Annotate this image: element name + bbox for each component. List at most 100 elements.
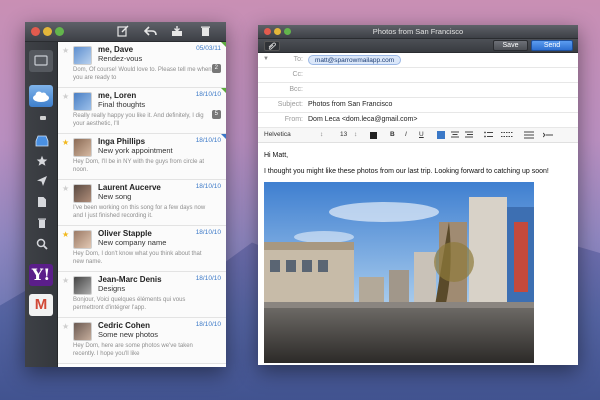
message-row[interactable]: ★ Inga Phillips 18/10/10 New york appoin… [58, 134, 226, 180]
attached-photo[interactable] [264, 182, 534, 363]
star-toggle-icon[interactable]: ★ [62, 46, 69, 55]
bcc-label: Bcc: [289, 86, 303, 93]
unread-indicator [40, 116, 46, 120]
subject-label: Subject: [277, 101, 303, 108]
message-subject: Rendez-vous [98, 54, 143, 63]
thread-count-badge: 2 [211, 64, 221, 73]
star-toggle-icon[interactable]: ★ [62, 92, 69, 101]
gmail-logo: M [34, 296, 48, 313]
message-sender: Inga Phillips [98, 137, 146, 146]
message-row[interactable]: ★ Laurent Aucerve 18/10/10 New song I've… [58, 180, 226, 226]
message-subject: New york appointment [98, 146, 173, 155]
subject-field-row[interactable]: Subject: Photos from San Francisco [258, 98, 578, 113]
message-row[interactable]: ★ Oliver Stapple 18/10/10 New company na… [58, 226, 226, 272]
yahoo-account[interactable]: Y! [29, 264, 53, 286]
star-toggle-icon[interactable]: ★ [62, 138, 69, 147]
italic-button[interactable]: I [405, 131, 407, 138]
subject-input[interactable]: Photos from San Francisco [308, 101, 392, 108]
body-greeting[interactable]: Hi Matt, [264, 152, 288, 159]
to-label: To: [293, 56, 303, 63]
message-date: 18/10/10 [195, 321, 221, 328]
star-toggle-icon[interactable]: ★ [62, 322, 69, 331]
cloud-account[interactable] [29, 85, 53, 107]
message-sender: Oliver Stapple [98, 229, 152, 238]
trash-icon[interactable] [31, 217, 52, 232]
search-icon[interactable] [31, 238, 52, 253]
mail-list-window: Y! M ★ me, Dave 05/03/11 Rendez-vous Dom… [25, 22, 226, 367]
save-button[interactable]: Save [493, 40, 528, 51]
gmail-account[interactable]: M [29, 294, 53, 316]
unread-corner-marker [221, 134, 226, 139]
font-select[interactable]: Helvetica [264, 131, 291, 138]
recipient-token[interactable]: matt@sparrowmailapp.com [308, 55, 402, 65]
underline-button[interactable]: U [419, 131, 424, 138]
cc-field-row[interactable]: Cc: [258, 68, 578, 83]
compose-titlebar: Photos from San Francisco [258, 25, 578, 39]
chevron-updown-icon: ↕ [354, 131, 358, 138]
format-toolbar: Helvetica ↕ 13 ↕ B I U [258, 128, 578, 143]
trash-icon[interactable] [200, 25, 211, 41]
send-button[interactable]: Send [531, 40, 573, 51]
chevron-updown-icon: ↕ [320, 131, 324, 138]
avatar [73, 276, 92, 295]
message-row[interactable]: ★ Jean-Marc Denis 18/10/10 Designs Bonjo… [58, 272, 226, 318]
star-toggle-icon[interactable]: ★ [62, 184, 69, 193]
avatar [73, 46, 92, 65]
message-date: 05/03/11 [196, 45, 221, 52]
align-right-icon[interactable] [465, 131, 473, 141]
avatar [73, 184, 92, 203]
unified-inbox-tile[interactable] [29, 50, 53, 72]
align-left-icon[interactable] [437, 131, 445, 141]
avatar [73, 138, 92, 157]
star-icon[interactable] [31, 155, 52, 170]
archive-icon[interactable] [171, 25, 183, 41]
font-size-select[interactable]: 13 [340, 131, 347, 138]
star-toggle-icon[interactable]: ★ [62, 230, 69, 239]
text-color-swatch[interactable] [370, 132, 377, 139]
bullet-list-icon[interactable] [484, 131, 493, 141]
reply-icon[interactable] [143, 25, 157, 41]
message-preview: Hey Dom, here are some photos we've take… [73, 343, 193, 357]
send-icon[interactable] [31, 175, 52, 190]
thread-count-badge: 5 [211, 110, 221, 119]
avatar [73, 230, 92, 249]
window-title: Photos from San Francisco [372, 27, 464, 36]
chevron-down-icon[interactable]: ▼ [263, 56, 269, 62]
compose-toolbar: Save Send [258, 39, 578, 53]
compose-icon[interactable] [117, 25, 129, 41]
from-field-row[interactable]: From: Dom Leca <dom.leca@gmail.com> [258, 113, 578, 128]
body-line[interactable]: I thought you might like these photos fr… [264, 168, 549, 175]
message-row[interactable]: ★ me, Dave 05/03/11 Rendez-vous Dom, Of … [58, 42, 226, 88]
align-center-icon[interactable] [451, 131, 459, 141]
compose-window: Photos from San Francisco Save Send ▼ To… [258, 25, 578, 365]
message-sender: Cedric Cohen [98, 321, 151, 330]
message-row[interactable]: ★ Cedric Cohen 18/10/10 Some new photos … [58, 318, 226, 364]
close-window-button[interactable] [31, 27, 40, 36]
message-sender: Jean-Marc Denis [98, 275, 162, 284]
message-subject: New song [98, 192, 132, 201]
mail-list-titlebar [25, 22, 226, 42]
minimize-window-button[interactable] [43, 27, 52, 36]
message-row[interactable]: ★ me, Loren 18/10/10 Final thoughts Real… [58, 88, 226, 134]
message-preview: Bonjour, Voici quelques éléments qui vou… [73, 297, 186, 311]
outdent-icon[interactable] [524, 131, 534, 141]
message-preview: Dom, Of course! Would love to. Please te… [73, 67, 212, 81]
message-subject: New company name [98, 238, 167, 247]
account-sidebar: Y! M [25, 42, 58, 367]
bcc-field-row[interactable]: Bcc: [258, 83, 578, 98]
star-toggle-icon[interactable]: ★ [62, 276, 69, 285]
zoom-window-button[interactable] [55, 27, 64, 36]
from-select[interactable]: Dom Leca <dom.leca@gmail.com> [308, 116, 417, 123]
paperclip-icon[interactable] [264, 41, 280, 51]
message-preview: Really really happy you like it. And def… [73, 113, 204, 127]
message-date: 18/10/10 [195, 275, 221, 282]
bold-button[interactable]: B [390, 131, 395, 138]
inbox-icon[interactable] [31, 135, 52, 150]
from-label: From: [284, 116, 303, 123]
indent-icon[interactable] [542, 131, 553, 141]
cc-label: Cc: [292, 71, 304, 78]
numbered-list-icon[interactable] [501, 131, 513, 141]
message-preview: Hey Dom, I'll be in NY with the guys fro… [73, 159, 205, 173]
message-preview: I've been working on this song for a few… [73, 205, 206, 219]
document-icon[interactable] [31, 196, 52, 211]
